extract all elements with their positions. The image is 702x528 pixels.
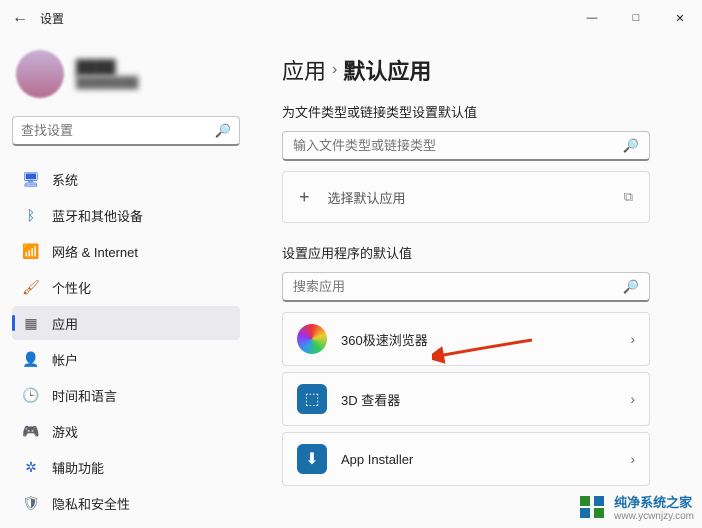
nav-label: 游戏: [52, 422, 78, 441]
nav-label: 系统: [52, 170, 78, 189]
search-settings[interactable]: 🔍: [12, 116, 240, 146]
nav-icon: 🕒: [22, 386, 40, 404]
sidebar-item-7[interactable]: 🎮 游戏: [12, 414, 240, 448]
profile-name: ████: [76, 59, 138, 75]
app-search-row[interactable]: 🔍: [282, 272, 650, 302]
nav-icon: 👤: [22, 350, 40, 368]
maximize-button[interactable]: □: [614, 0, 658, 36]
sidebar-item-4[interactable]: ▦ 应用: [12, 306, 240, 340]
nav-label: 网络 & Internet: [52, 242, 138, 261]
app-icon: [297, 324, 327, 354]
minimize-button[interactable]: —: [570, 0, 614, 36]
nav-icon: 🖥: [22, 170, 40, 188]
back-button[interactable]: ←: [12, 9, 40, 27]
chevron-right-icon: ›: [332, 61, 337, 79]
nav-icon: 🛡: [22, 494, 40, 512]
close-button[interactable]: ✕: [658, 0, 702, 36]
nav-label: 个性化: [52, 278, 91, 297]
profile-sub: ████████: [76, 77, 138, 89]
open-icon: ⧉: [624, 189, 633, 205]
filetype-input-row[interactable]: 🔍: [282, 131, 650, 161]
titlebar: ← 设置 — □ ✕: [0, 0, 702, 36]
watermark-text: 纯净系统之家: [614, 495, 692, 510]
chevron-right-icon: ›: [630, 391, 635, 407]
nav-label: 辅助功能: [52, 458, 104, 477]
breadcrumb: 应用 › 默认应用: [282, 54, 680, 86]
choose-default-label: 选择默认应用: [328, 188, 406, 207]
window-title: 设置: [40, 10, 64, 27]
avatar: [16, 50, 64, 98]
app-list: 360极速浏览器 › ⬚ 3D 查看器 › ⬇ App Installer ›: [282, 312, 680, 486]
sidebar: ████ ████████ 🔍 🖥 系统 ᛒ 蓝牙和其他设备 📶 网络 & Interne…: [0, 36, 252, 528]
section1-label: 为文件类型或链接类型设置默认值: [282, 102, 680, 121]
main: ████ ████████ 🔍 🖥 系统 ᛒ 蓝牙和其他设备 📶 网络 & Interne…: [0, 36, 702, 528]
watermark-url: www.ycwnjzy.com: [614, 511, 694, 522]
nav-label: 应用: [52, 314, 78, 333]
watermark: 纯净系统之家 www.ycwnjzy.com: [580, 492, 694, 522]
app-name: 360极速浏览器: [341, 330, 428, 349]
nav-icon: 📶: [22, 242, 40, 260]
choose-default-app[interactable]: + 选择默认应用 ⧉: [282, 171, 650, 223]
nav-icon: 🖌: [22, 278, 40, 296]
app-item-2[interactable]: ⬇ App Installer ›: [282, 432, 650, 486]
app-item-1[interactable]: ⬚ 3D 查看器 ›: [282, 372, 650, 426]
nav-icon: 🎮: [22, 422, 40, 440]
nav-label: 帐户: [52, 350, 78, 369]
sidebar-item-5[interactable]: 👤 帐户: [12, 342, 240, 376]
section2-label: 设置应用程序的默认值: [282, 243, 680, 262]
app-icon: ⬚: [297, 384, 327, 414]
chevron-right-icon: ›: [630, 331, 635, 347]
sidebar-item-1[interactable]: ᛒ 蓝牙和其他设备: [12, 198, 240, 232]
app-item-0[interactable]: 360极速浏览器 ›: [282, 312, 650, 366]
search-icon: 🔍: [623, 138, 639, 154]
sidebar-item-0[interactable]: 🖥 系统: [12, 162, 240, 196]
nav-icon: ▦: [22, 314, 40, 332]
breadcrumb-root[interactable]: 应用: [282, 54, 326, 86]
app-name: 3D 查看器: [341, 390, 400, 409]
sidebar-item-6[interactable]: 🕒 时间和语言: [12, 378, 240, 412]
app-icon: ⬇: [297, 444, 327, 474]
nav-icon: ✲: [22, 458, 40, 476]
nav-list: 🖥 系统 ᛒ 蓝牙和其他设备 📶 网络 & Internet 🖌 个性化 ▦ 应用 👤 帐户 🕒 时间和语…: [12, 162, 240, 520]
breadcrumb-current: 默认应用: [343, 54, 431, 86]
sidebar-item-9[interactable]: 🛡 隐私和安全性: [12, 486, 240, 520]
chevron-right-icon: ›: [630, 451, 635, 467]
window-controls: — □ ✕: [570, 0, 702, 36]
app-name: App Installer: [341, 452, 413, 467]
sidebar-item-2[interactable]: 📶 网络 & Internet: [12, 234, 240, 268]
profile[interactable]: ████ ████████: [12, 44, 240, 116]
app-search-input[interactable]: [293, 279, 623, 294]
content: 应用 › 默认应用 为文件类型或链接类型设置默认值 🔍 + 选择默认应用 ⧉ 设…: [252, 36, 702, 528]
nav-label: 时间和语言: [52, 386, 117, 405]
nav-label: 隐私和安全性: [52, 494, 130, 513]
nav-icon: ᛒ: [22, 206, 40, 224]
search-icon: 🔍: [215, 123, 231, 139]
search-input[interactable]: [21, 123, 215, 138]
sidebar-item-3[interactable]: 🖌 个性化: [12, 270, 240, 304]
filetype-input[interactable]: [293, 138, 623, 153]
plus-icon: +: [299, 187, 310, 208]
search-icon: 🔍: [623, 279, 639, 295]
nav-label: 蓝牙和其他设备: [52, 206, 143, 225]
sidebar-item-8[interactable]: ✲ 辅助功能: [12, 450, 240, 484]
